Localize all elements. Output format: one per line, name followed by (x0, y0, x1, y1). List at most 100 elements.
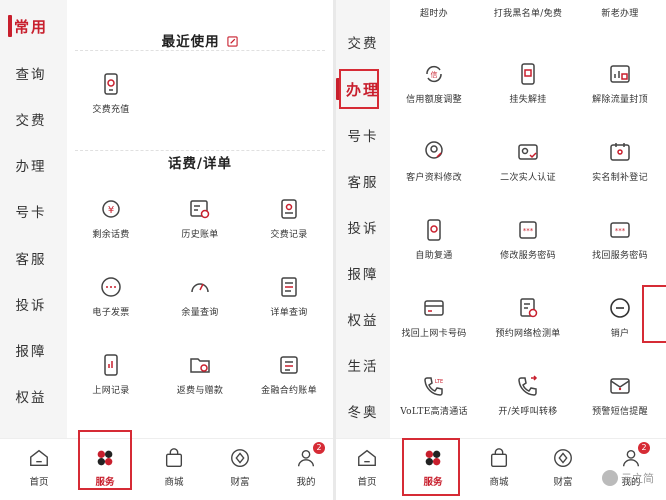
service-item-rebate[interactable]: 返费与赠款 (156, 353, 244, 413)
service-item-contract-bill[interactable]: 金融合约账单 (245, 353, 333, 413)
unlock-data-icon (610, 65, 630, 83)
sidebar-item-complaint[interactable]: 投诉 (336, 212, 390, 242)
edit-profile-icon (425, 141, 443, 159)
gauge-icon (191, 283, 209, 293)
service-item-recover-card[interactable]: 找回上网卡号码 (390, 296, 478, 356)
sidebar-item-sim[interactable]: 号卡 (0, 196, 62, 226)
right-sidebar: 交费 办理 号卡 客服 投诉 报障 权益 生活 冬奥 (336, 0, 390, 438)
right-tab-bar: 首页 服务 商城 财富 2 我的 云之简 (336, 438, 666, 500)
service-item-sms-alert[interactable]: 预警短信提醒 (576, 374, 664, 434)
right-screenshot: 交费 办理 号卡 客服 投诉 报障 权益 生活 冬奥 超时办 打我黑名单/免费 … (336, 0, 666, 500)
service-item-unlock-data[interactable]: 解除流量封顶 (576, 62, 664, 122)
contract-bill-icon (280, 356, 298, 374)
service-item-report-loss[interactable]: 挂失解挂 (484, 62, 572, 122)
sidebar-item-fault[interactable]: 报障 (336, 258, 390, 288)
sidebar-item-rights[interactable]: 权益 (336, 304, 390, 334)
call-forward-icon (518, 375, 538, 396)
service-item-id-verify[interactable]: 二次实人认证 (484, 140, 572, 200)
tab-home[interactable]: 首页 (340, 439, 394, 500)
left-screenshot: 常用 查询 交费 办理 号卡 客服 投诉 报障 权益 最近使用 交费充值 话费/… (0, 0, 333, 500)
credit-adjust-icon: 信 (426, 65, 442, 83)
watermark: 云之简 (602, 470, 654, 486)
service-item-payment-record[interactable]: 交费记录 (245, 197, 333, 257)
service-item-credit-adjust[interactable]: 信 信用额度调整 (390, 62, 478, 122)
notification-badge: 2 (638, 442, 650, 454)
rebate-folder-icon (190, 358, 210, 373)
id-verify-icon (518, 144, 538, 160)
service-item-network-check[interactable]: 预约网络检测单 (484, 296, 572, 356)
service-item-change-password[interactable]: *** 修改服务密码 (484, 218, 572, 278)
svg-text:¥: ¥ (108, 205, 114, 216)
highlight-box-handle (339, 69, 379, 109)
detail-list-icon (281, 277, 297, 297)
change-password-icon: *** (519, 221, 537, 239)
tab-wealth[interactable]: 财富 (536, 439, 590, 500)
realname-register-icon (610, 143, 630, 161)
sidebar-item-support[interactable]: 客服 (0, 243, 62, 273)
right-content: 超时办 打我黑名单/免费 新老办理 信 信用额度调整 挂失解挂 解除流量封顶 客… (390, 0, 666, 438)
service-item-bill-history[interactable]: 历史账单 (156, 197, 244, 257)
service-item-cutoff[interactable]: 新老办理 (576, 0, 664, 19)
sidebar-item-pay[interactable]: 交费 (336, 27, 390, 57)
sms-alert-icon (610, 378, 630, 394)
service-item-remaining-query[interactable]: 余量查询 (156, 275, 244, 335)
cancel-account-icon (610, 298, 630, 318)
service-item-detail-query[interactable]: 详单查询 (245, 275, 333, 335)
sidebar-item-handle[interactable]: 办理 (0, 150, 62, 180)
sidebar-item-olympics[interactable]: 冬奥 (336, 396, 390, 426)
svg-text:信: 信 (431, 70, 438, 79)
left-content: 最近使用 交费充值 话费/详单 ¥ 剩余话费 历史账单 交费记录 电子发票 余量… (67, 0, 333, 438)
sidebar-item-rights[interactable]: 权益 (0, 381, 62, 411)
e-invoice-icon (101, 277, 121, 297)
wealth-icon (554, 449, 572, 467)
service-item-edit-profile[interactable]: 客户资料修改 (390, 140, 478, 200)
sidebar-item-query[interactable]: 查询 (0, 58, 62, 88)
service-item-cutoff[interactable]: 超时办 (390, 0, 478, 19)
service-item-e-invoice[interactable]: 电子发票 (67, 275, 155, 335)
volte-call-icon: LTE (424, 377, 443, 396)
service-item-data-record[interactable]: 上网记录 (67, 353, 155, 413)
edit-icon[interactable] (227, 36, 238, 47)
service-item-volte[interactable]: LTE VoLTE高清通话 (390, 374, 478, 434)
sidebar-item-sim[interactable]: 号卡 (336, 120, 390, 150)
section-title-recent: 最近使用 (67, 30, 333, 50)
payment-record-icon (281, 199, 297, 219)
service-item-pay-recharge[interactable]: 交费充值 (67, 72, 155, 132)
home-icon (30, 449, 48, 467)
data-record-icon (104, 354, 118, 376)
left-sidebar: 常用 查询 交费 办理 号卡 客服 投诉 报障 权益 (0, 0, 62, 438)
shopping-bag-icon (165, 448, 183, 467)
service-item-call-forward[interactable]: 开/关呼叫转移 (484, 374, 572, 434)
self-restore-icon (427, 219, 441, 241)
tab-home[interactable]: 首页 (10, 439, 68, 500)
divider (75, 50, 325, 51)
highlight-box-service-tab (78, 430, 132, 490)
recover-card-icon (424, 300, 444, 316)
tab-wealth[interactable]: 财富 (214, 439, 266, 500)
report-loss-icon (521, 63, 535, 85)
sidebar-item-support[interactable]: 客服 (336, 166, 390, 196)
home-icon (358, 449, 376, 467)
divider (75, 150, 325, 151)
wealth-icon (231, 449, 249, 467)
service-item-realname-register[interactable]: 实名制补登记 (576, 140, 664, 200)
phone-pay-icon (104, 73, 118, 95)
tab-mall[interactable]: 商城 (472, 439, 526, 500)
notification-badge: 2 (313, 442, 325, 454)
service-item-cutoff[interactable]: 打我黑名单/免费 (484, 0, 572, 19)
service-item-balance[interactable]: ¥ 剩余话费 (67, 197, 155, 257)
highlight-box-service-tab (402, 438, 460, 496)
sidebar-item-pay[interactable]: 交费 (0, 104, 62, 134)
wechat-logo-icon (602, 470, 618, 486)
sidebar-item-fault[interactable]: 报障 (0, 335, 62, 365)
sidebar-item-common[interactable]: 常用 (0, 11, 62, 41)
service-item-self-restore[interactable]: 自助复通 (390, 218, 478, 278)
shopping-bag-icon (490, 448, 508, 467)
recover-password-icon: *** (610, 222, 630, 238)
service-item-recover-password[interactable]: *** 找回服务密码 (576, 218, 664, 278)
yuan-coin-icon: ¥ (102, 200, 120, 218)
tab-mine[interactable]: 2 我的 (280, 439, 332, 500)
sidebar-item-life[interactable]: 生活 (336, 350, 390, 380)
sidebar-item-complaint[interactable]: 投诉 (0, 289, 62, 319)
tab-mall[interactable]: 商城 (148, 439, 200, 500)
